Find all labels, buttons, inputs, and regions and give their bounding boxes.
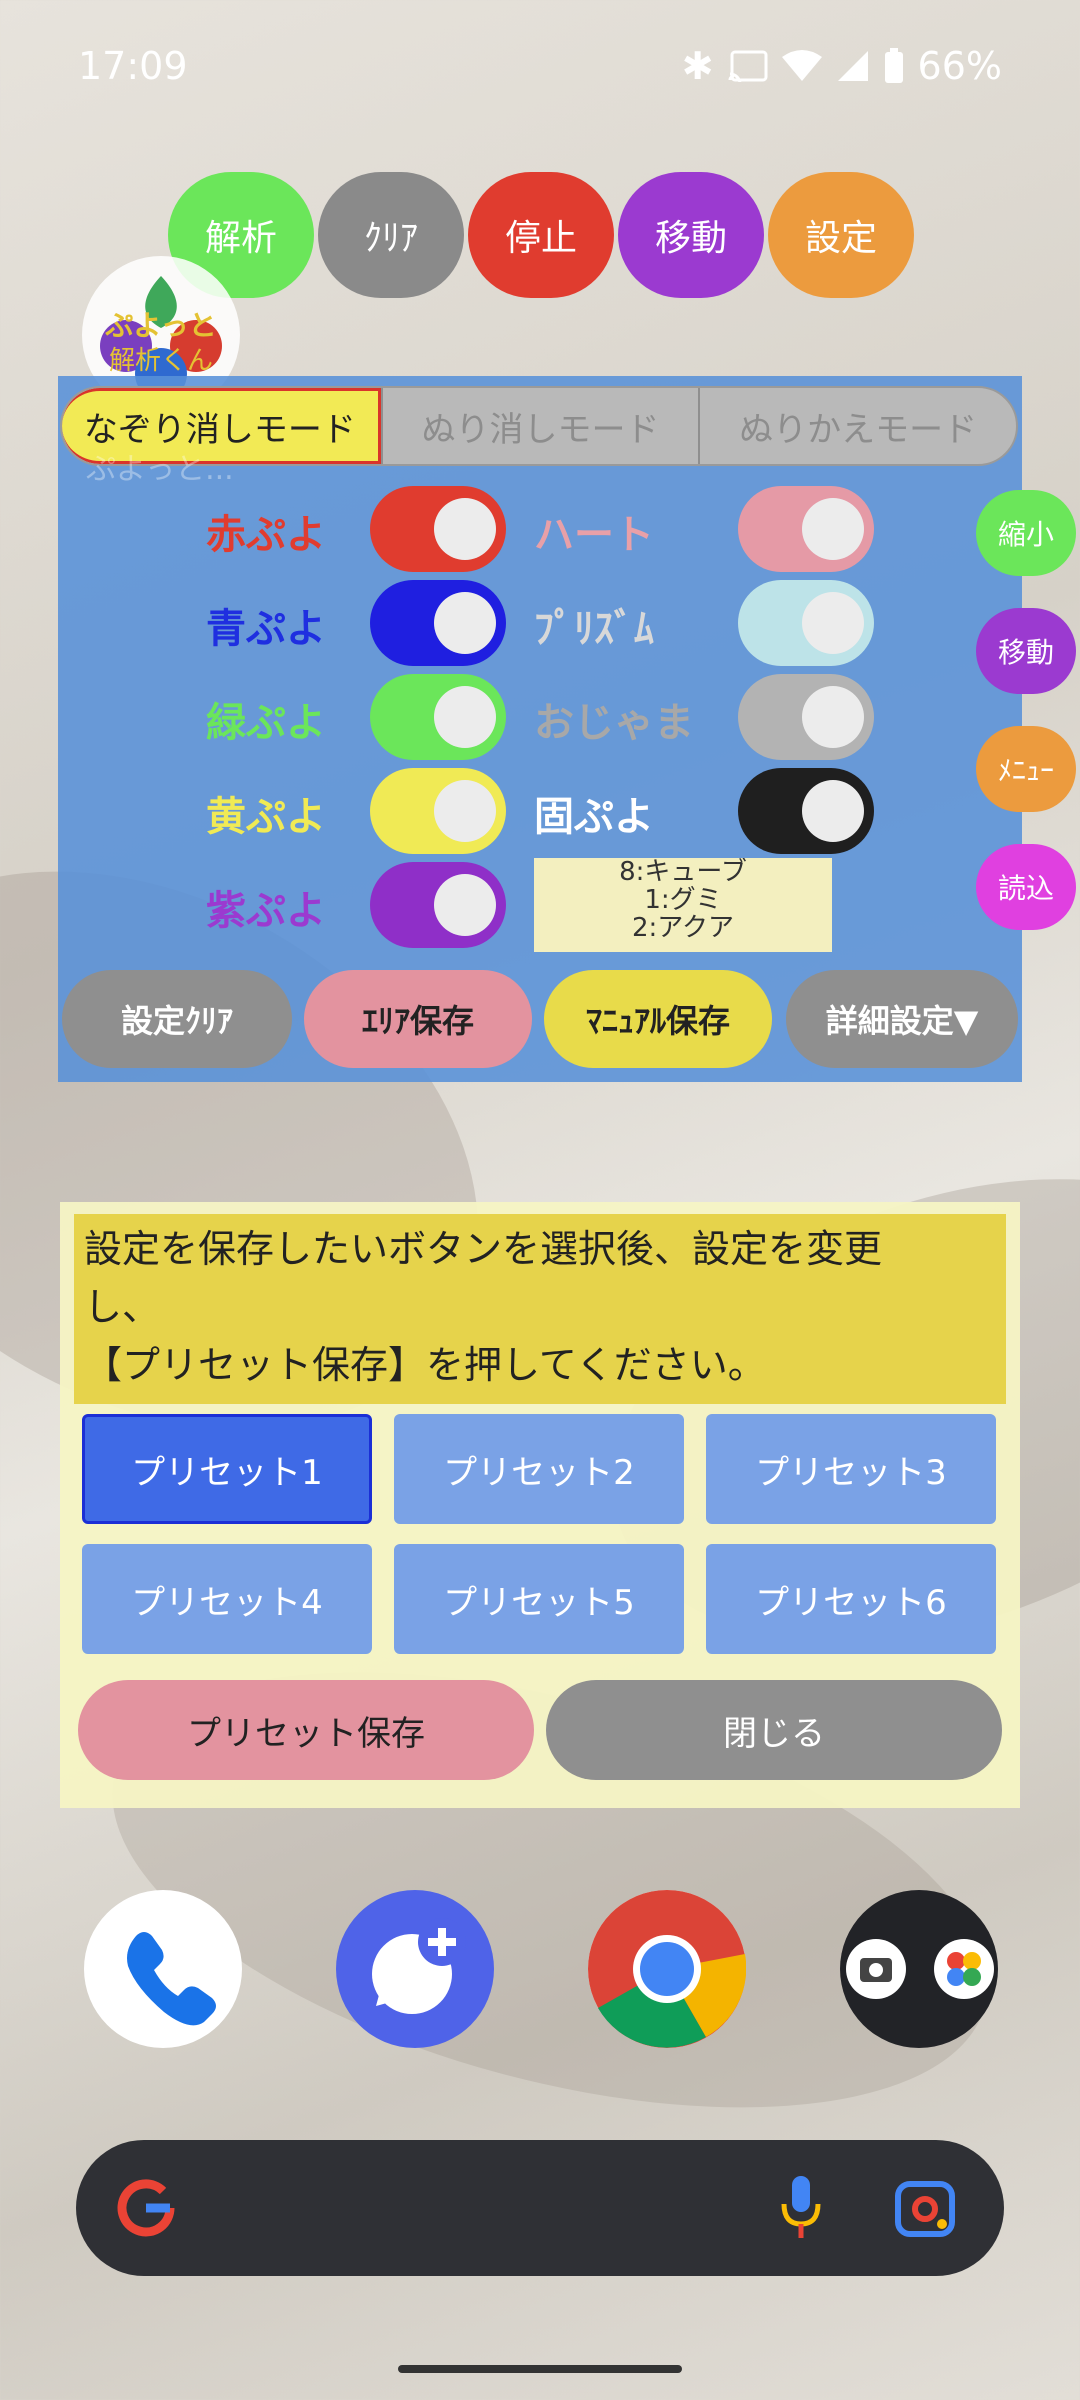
lens-icon[interactable]	[894, 2180, 956, 2238]
wifi-icon	[781, 50, 822, 81]
camera-photos-icon	[846, 1939, 994, 1999]
legend-line: 2:アクア	[631, 913, 734, 943]
toggle-label-hard: 固ぷよ	[534, 794, 654, 840]
preset-3-button[interactable]: プリセット3	[706, 1414, 996, 1524]
legend-line: 8:キューブ	[619, 858, 747, 887]
preset-message: 設定を保存したいボタンを選択後、設定を変更 し、 【プリセット保存】を押してくだ…	[74, 1214, 1006, 1404]
mic-icon[interactable]	[776, 2174, 826, 2244]
battery-icon	[884, 48, 903, 83]
preset-2-button[interactable]: プリセット2	[394, 1414, 684, 1524]
status-time: 17:09	[78, 44, 188, 88]
logo-text-top: ぷよっと	[105, 309, 217, 342]
move-button[interactable]: 移動	[618, 172, 764, 298]
toggle-heart[interactable]	[738, 486, 874, 572]
clear-settings-button[interactable]: 設定ｸﾘｱ	[62, 970, 292, 1068]
toggle-yellow[interactable]	[370, 768, 506, 854]
preset-dialog: 設定を保存したいボタンを選択後、設定を変更 し、 【プリセット保存】を押してくだ…	[60, 1202, 1020, 1808]
logo-text-bottom: 解析くん	[108, 346, 213, 376]
signal-icon	[837, 51, 868, 81]
load-button[interactable]: 読込	[976, 844, 1076, 930]
stop-button[interactable]: 停止	[468, 172, 614, 298]
toggle-hard[interactable]	[738, 768, 874, 854]
manual-save-button[interactable]: ﾏﾆｭｱﾙ保存	[544, 970, 772, 1068]
phone-app[interactable]	[84, 1890, 242, 2048]
gesture-nav-bar[interactable]	[398, 2365, 682, 2373]
close-button[interactable]: 閉じる	[546, 1680, 1002, 1780]
toggle-purple[interactable]	[370, 862, 506, 948]
ghost-text: ぷよっと...	[86, 452, 234, 487]
message-line: 【プリセット保存】を押してください。	[84, 1343, 766, 1387]
phone-icon	[127, 1932, 216, 2026]
status-bar: 17:09 ✱ 66%	[0, 0, 1080, 130]
chrome-app[interactable]	[588, 1890, 747, 2048]
toggle-green[interactable]	[370, 674, 506, 760]
toggle-label-yellow: 黄ぷよ	[206, 794, 326, 840]
toggle-label-blue: 青ぷよ	[206, 606, 326, 652]
advanced-settings-button[interactable]: 詳細設定▼	[786, 970, 1018, 1068]
toggle-label-prism: ﾌﾟﾘｽﾞﾑ	[534, 606, 654, 652]
toggle-red[interactable]	[370, 486, 506, 572]
settings-panel: なぞり消しモード ぬり消しモード ぬりかえモード ぷよっと... 赤ぷよ 青ぷよ…	[58, 376, 1022, 1082]
toggle-label-purple: 紫ぷよ	[206, 888, 326, 934]
area-save-button[interactable]: ｴﾘｱ保存	[304, 970, 532, 1068]
preset-5-button[interactable]: プリセット5	[394, 1544, 684, 1654]
messages-app[interactable]	[336, 1890, 494, 2048]
google-g-icon	[117, 2179, 175, 2237]
toggle-label-red: 赤ぷよ	[206, 512, 326, 558]
bluetooth-icon: ✱	[681, 44, 714, 88]
preset-6-button[interactable]: プリセット6	[706, 1544, 996, 1654]
toggle-label-heart: ハート	[534, 512, 654, 558]
toggle-label-ojama: おじゃま	[534, 700, 694, 746]
preset-1-button[interactable]: プリセット1	[82, 1414, 372, 1524]
clear-button[interactable]: ｸﾘｱ	[318, 172, 464, 298]
toggle-label-green: 緑ぷよ	[206, 700, 326, 746]
legend-list[interactable]: 8:キューブ 1:グミ 2:アクア	[534, 858, 832, 952]
preset-4-button[interactable]: プリセット4	[82, 1544, 372, 1654]
settings-button[interactable]: 設定	[768, 172, 914, 298]
toggle-ojama[interactable]	[738, 674, 874, 760]
legend-line: 1:グミ	[644, 885, 722, 915]
side-move-button[interactable]: 移動	[976, 608, 1076, 694]
chrome-icon	[588, 1890, 747, 2048]
message-line: し、	[84, 1285, 161, 1329]
mode-paint-erase[interactable]: ぬり消しモード	[380, 388, 699, 464]
message-line: 設定を保存したいボタンを選択後、設定を変更	[84, 1227, 883, 1271]
menu-button[interactable]: ﾒﾆｭｰ	[976, 726, 1076, 812]
toggle-blue[interactable]	[370, 580, 506, 666]
google-search-bar[interactable]	[76, 2140, 1004, 2276]
preset-save-button[interactable]: プリセット保存	[78, 1680, 534, 1780]
status-icons: ✱ 66%	[682, 44, 1002, 88]
camera-photos-folder[interactable]	[840, 1890, 998, 2048]
toggle-prism[interactable]	[738, 580, 874, 666]
battery-percent: 66%	[917, 44, 1002, 88]
cast-icon	[728, 50, 768, 82]
messages-icon	[372, 1918, 466, 2014]
mode-repaint[interactable]: ぬりかえモード	[698, 388, 1016, 464]
shrink-button[interactable]: 縮小	[976, 490, 1076, 576]
